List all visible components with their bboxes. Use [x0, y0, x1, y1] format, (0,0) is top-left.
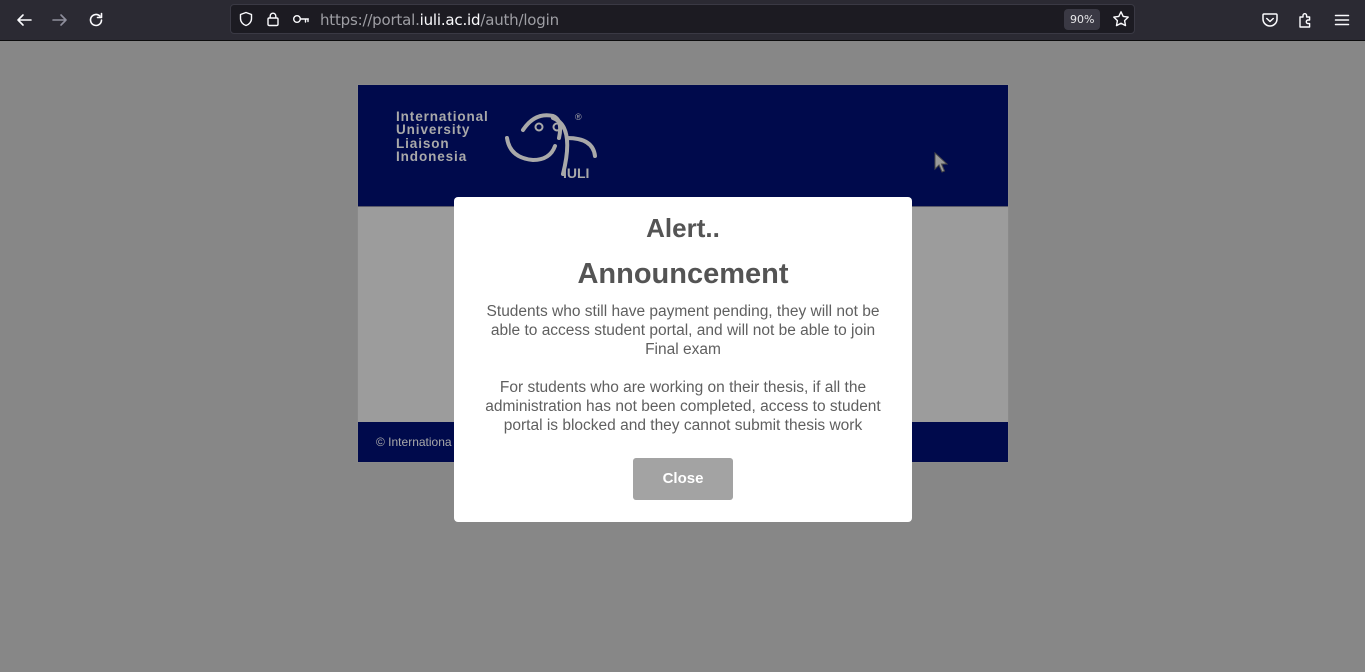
browser-toolbar: https://portal.iuli.ac.id/auth/login 90%: [0, 0, 1365, 41]
key-icon[interactable]: [292, 11, 310, 27]
url-bar[interactable]: https://portal.iuli.ac.id/auth/login 90%: [230, 4, 1135, 34]
lock-icon[interactable]: [265, 11, 281, 27]
zoom-indicator[interactable]: 90%: [1064, 9, 1101, 30]
cursor-icon: [934, 152, 948, 173]
university-name: International University Liaison Indones…: [396, 109, 489, 164]
star-icon[interactable]: [1112, 10, 1130, 28]
reload-icon: [89, 12, 103, 27]
back-button[interactable]: [10, 6, 38, 34]
back-icon: [17, 14, 32, 26]
forward-button[interactable]: [46, 6, 74, 34]
app-menu-button[interactable]: [1328, 6, 1356, 34]
forward-icon: [52, 14, 67, 26]
logo-line: Indonesia: [396, 148, 468, 164]
registered-mark: ®: [575, 112, 582, 122]
message-paragraph: For students who are working on their th…: [485, 379, 881, 434]
modal-message: Students who still have payment pending,…: [476, 302, 890, 435]
logo-line: International: [396, 109, 489, 124]
reload-button[interactable]: [82, 6, 110, 34]
extensions-icon: [1299, 13, 1311, 28]
shield-icon[interactable]: [238, 11, 254, 27]
url-text[interactable]: https://portal.iuli.ac.id/auth/login: [320, 11, 559, 29]
card-header: International University Liaison Indones…: [358, 85, 1008, 207]
pocket-button[interactable]: [1256, 6, 1284, 34]
close-button[interactable]: Close: [633, 458, 733, 500]
menu-icon: [1334, 14, 1350, 26]
copyright-text: © Internationa: [376, 435, 452, 449]
extensions-button[interactable]: [1292, 6, 1320, 34]
pocket-icon: [1262, 13, 1278, 27]
message-paragraph: Students who still have payment pending,…: [486, 303, 880, 358]
logo-mark-text: IULI: [563, 165, 589, 181]
modal-title: Alert..: [646, 213, 720, 243]
modal-subtitle: Announcement: [577, 258, 789, 290]
iuli-logo: ® IULI: [505, 112, 597, 181]
announcement-modal: Alert.. Announcement Students who still …: [454, 197, 912, 522]
logo-line: University: [396, 122, 471, 138]
logo-line: Liaison: [396, 135, 450, 151]
